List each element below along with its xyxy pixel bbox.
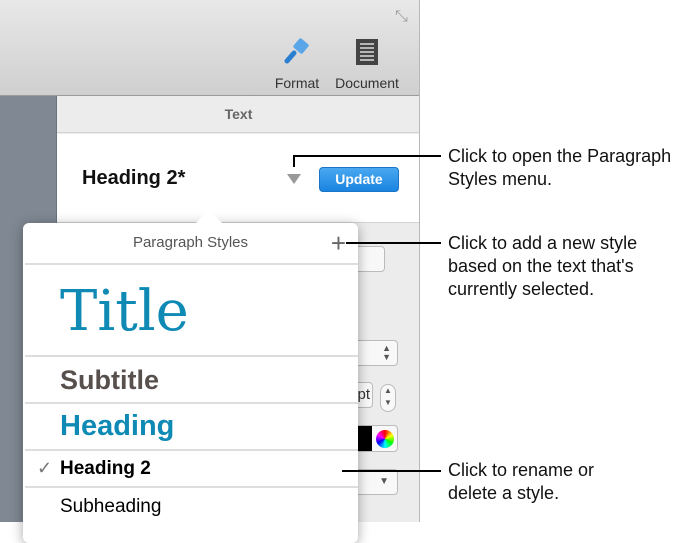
paintbrush-icon (284, 38, 309, 64)
callout-line (293, 155, 441, 157)
tab-text[interactable]: Text (57, 96, 419, 133)
document-button[interactable]: Document (332, 38, 402, 91)
chevron-down-icon: ▼ (379, 476, 389, 487)
paragraph-style-row: Heading 2* Update (57, 134, 419, 223)
callout-line (346, 242, 441, 244)
style-item-title[interactable]: Title (25, 263, 358, 355)
style-item-heading-2[interactable]: ✓ Heading 2 (25, 449, 358, 486)
document-icon (356, 39, 378, 65)
paragraph-styles-popover: Paragraph Styles + Title Subtitle Headin… (23, 210, 358, 543)
exit-fullscreen-icon[interactable]: ⤡ (395, 8, 408, 26)
update-button[interactable]: Update (319, 167, 399, 192)
callout-open-menu: Click to open the Paragraph Styles menu. (448, 146, 672, 189)
format-button[interactable]: Format (272, 38, 322, 91)
style-item-subtitle[interactable]: Subtitle (25, 355, 358, 402)
current-style-name[interactable]: Heading 2* (82, 167, 185, 190)
toolbar: ⤡ Format Document (0, 0, 419, 96)
color-wheel-icon (376, 430, 394, 448)
callout-rename-delete: Click to rename or delete a style. (448, 460, 595, 503)
checkmark-icon: ✓ (37, 458, 53, 478)
popover-arrow (195, 210, 223, 224)
disclosure-triangle-icon[interactable] (287, 174, 301, 184)
popover-title: Paragraph Styles (132, 234, 249, 251)
add-style-button[interactable]: + (331, 228, 346, 258)
style-item-subheading[interactable]: Subheading (25, 486, 358, 526)
stepper-arrows-icon: ▲ ▼ (382, 343, 391, 362)
callout-line (342, 470, 441, 472)
callout-line (293, 155, 295, 167)
callout-add-style: Click to add a new style based on the te… (448, 233, 638, 299)
size-stepper[interactable]: ▲ ▼ (380, 384, 396, 412)
style-item-heading[interactable]: Heading (25, 402, 358, 449)
